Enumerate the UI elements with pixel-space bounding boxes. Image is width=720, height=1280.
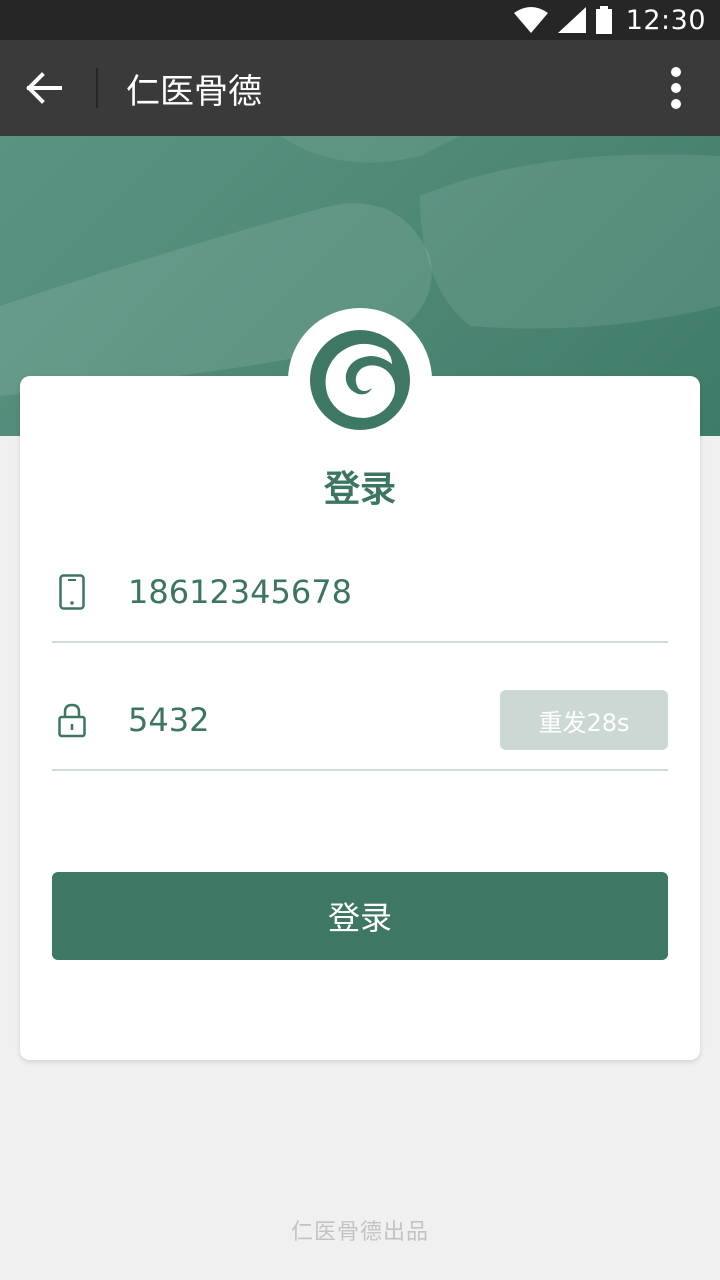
status-time: 12:30 xyxy=(625,4,706,36)
app-bar: 仁医骨德 xyxy=(0,40,720,136)
login-title: 登录 xyxy=(323,469,396,510)
more-vertical-icon xyxy=(671,67,681,109)
phone-icon xyxy=(52,574,92,610)
logo-badge xyxy=(288,308,432,452)
footer-credit: 仁医骨德出品 xyxy=(290,1220,429,1245)
lock-icon xyxy=(52,702,92,738)
status-icons xyxy=(513,6,612,34)
back-button[interactable] xyxy=(0,40,88,136)
signal-icon xyxy=(557,7,586,33)
resend-code-button[interactable]: 重发28s xyxy=(500,690,668,750)
battery-icon xyxy=(595,6,612,34)
login-button[interactable]: 登录 xyxy=(52,872,668,960)
code-input[interactable]: 5432 xyxy=(128,701,500,739)
arrow-left-icon xyxy=(26,72,62,104)
phone-input[interactable]: 18612345678 xyxy=(128,573,668,611)
app-bar-divider xyxy=(96,68,98,108)
wifi-icon xyxy=(513,7,548,33)
code-field[interactable]: 5432 重发28s xyxy=(52,671,668,771)
status-bar: 12:30 xyxy=(0,0,720,40)
app-title: 仁医骨德 xyxy=(126,71,262,112)
phone-field[interactable]: 18612345678 xyxy=(52,543,668,643)
more-button[interactable] xyxy=(632,40,720,136)
swirl-logo xyxy=(310,330,410,430)
